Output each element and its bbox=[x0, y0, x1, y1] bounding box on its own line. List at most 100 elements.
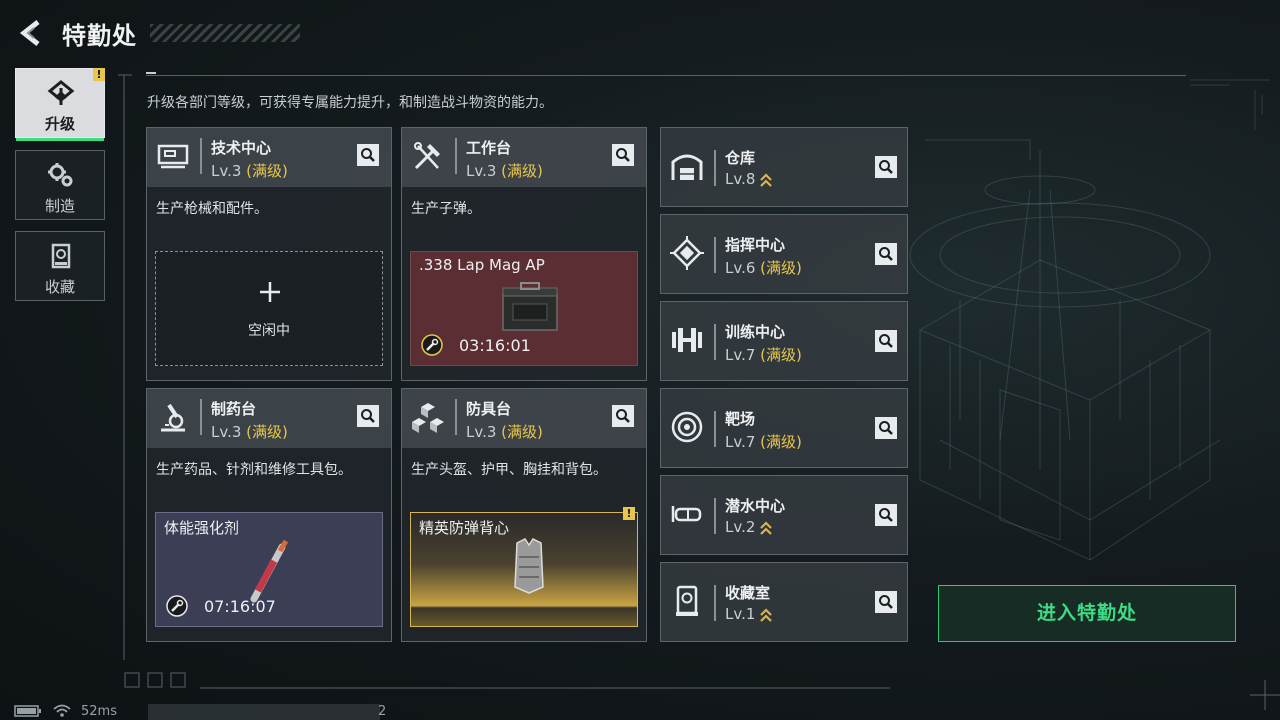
row-separator bbox=[714, 498, 716, 534]
wrench-timer-icon bbox=[166, 595, 188, 617]
level-value: Lv.6 bbox=[725, 259, 756, 277]
level-value: Lv.8 bbox=[725, 170, 756, 188]
production-slot-complete[interactable]: 精英防弹背心 ! bbox=[410, 507, 638, 627]
production-slot[interactable]: 体能强化剂 07:16:07 bbox=[155, 512, 383, 627]
facility-row-diving-center[interactable]: 潜水中心 Lv.2 bbox=[660, 475, 908, 555]
microscope-icon bbox=[161, 403, 185, 432]
ping-readout: 52ms bbox=[81, 704, 117, 719]
facility-description: 生产头盔、护甲、胸挂和背包。 bbox=[411, 462, 607, 478]
facility-name: 潜水中心 bbox=[725, 497, 786, 515]
facility-name: 仓库 bbox=[725, 149, 756, 167]
computer-icon bbox=[157, 144, 189, 169]
max-level-tag: (满级) bbox=[760, 433, 802, 451]
inspect-button[interactable] bbox=[875, 591, 897, 613]
cubes-icon bbox=[412, 403, 444, 433]
production-slot-empty[interactable]: 空闲中 bbox=[155, 251, 383, 366]
page-title: 特勤处 bbox=[62, 22, 137, 50]
slot-item-name: .338 Lap Mag AP bbox=[419, 256, 545, 274]
wrench-timer-icon bbox=[421, 334, 443, 356]
row-separator bbox=[714, 150, 716, 186]
row-separator bbox=[714, 324, 716, 360]
warehouse-icon bbox=[671, 154, 703, 180]
magnifier-icon bbox=[616, 148, 630, 162]
facility-level: Lv.3 (满级) bbox=[466, 421, 543, 442]
inspect-button[interactable] bbox=[612, 405, 634, 427]
facility-name: 靶场 bbox=[725, 410, 756, 428]
facility-name: 技术中心 bbox=[211, 139, 272, 157]
magnifier-icon bbox=[879, 421, 893, 435]
tab-collection[interactable]: 收藏 bbox=[15, 231, 105, 301]
level-value: Lv.3 bbox=[211, 162, 242, 180]
facility-row-training-center[interactable]: 训练中心 Lv.7 (满级) bbox=[660, 301, 908, 381]
inspect-button[interactable] bbox=[875, 156, 897, 178]
inspect-button[interactable] bbox=[875, 417, 897, 439]
max-level-tag: (满级) bbox=[501, 162, 543, 180]
header-separator bbox=[455, 138, 457, 174]
facility-card-workbench[interactable]: 工作台 Lv.3 (满级) 生产子弹。 .338 Lap Mag AP 03:1… bbox=[401, 127, 647, 381]
wifi-icon bbox=[53, 704, 71, 717]
facility-level: Lv.7 (满级) bbox=[725, 431, 802, 452]
facility-level: Lv.3 (满级) bbox=[211, 421, 288, 442]
target-icon bbox=[671, 411, 703, 443]
plus-icon bbox=[260, 282, 280, 302]
facility-row-shooting-range[interactable]: 靶场 Lv.7 (满级) bbox=[660, 388, 908, 468]
tab-collection-label: 收藏 bbox=[44, 278, 75, 296]
hammer-wrench-icon bbox=[414, 142, 440, 170]
display-case-icon bbox=[51, 243, 71, 269]
facility-name: 收藏室 bbox=[725, 584, 771, 602]
facility-level: Lv.2 bbox=[725, 518, 773, 536]
facility-name: 训练中心 bbox=[725, 323, 786, 341]
ammo-box-image bbox=[502, 282, 558, 331]
upgrade-icon bbox=[47, 80, 75, 105]
level-value: Lv.1 bbox=[725, 605, 756, 623]
tab-upgrade-label: 升级 bbox=[44, 115, 75, 133]
facility-card-armory[interactable]: 防具台 Lv.3 (满级) 生产头盔、护甲、胸挂和背包。 精英防弹背心 ! bbox=[401, 388, 647, 642]
enter-special-ops-button[interactable]: 进入特勤处 bbox=[938, 585, 1236, 642]
facility-level: Lv.7 (满级) bbox=[725, 344, 802, 365]
card-header: 技术中心 Lv.3 (满级) bbox=[147, 128, 391, 187]
blurred-info-bar bbox=[148, 704, 380, 720]
facility-name: 工作台 bbox=[466, 139, 512, 157]
battery-icon bbox=[14, 705, 41, 717]
facility-card-pharmacy[interactable]: 制药台 Lv.3 (满级) 生产药品、针剂和维修工具包。 体能强化剂 07:16… bbox=[146, 388, 392, 642]
facility-description: 生产枪械和配件。 bbox=[156, 201, 268, 217]
facility-row-collection-room[interactable]: 收藏室 Lv.1 bbox=[660, 562, 908, 642]
facility-row-command-center[interactable]: 指挥中心 Lv.6 (满级) bbox=[660, 214, 908, 294]
production-slot[interactable]: .338 Lap Mag AP 03:16:01 bbox=[410, 251, 638, 366]
upgrade-chevron-icon bbox=[760, 607, 773, 622]
divider-cap bbox=[146, 72, 156, 74]
facility-level: Lv.3 (满级) bbox=[466, 160, 543, 181]
inspect-button[interactable] bbox=[357, 144, 379, 166]
diving-mask-icon bbox=[671, 506, 702, 522]
tab-craft-label: 制造 bbox=[44, 197, 75, 215]
magnifier-icon bbox=[879, 160, 893, 174]
upgrade-chevron-icon bbox=[760, 520, 773, 535]
inspect-button[interactable] bbox=[875, 330, 897, 352]
facility-card-tech-center[interactable]: 技术中心 Lv.3 (满级) 生产枪械和配件。 空闲中 bbox=[146, 127, 392, 381]
inspect-button[interactable] bbox=[357, 405, 379, 427]
inspect-button[interactable] bbox=[875, 504, 897, 526]
facility-row-warehouse[interactable]: 仓库 Lv.8 bbox=[660, 127, 908, 207]
inspect-button[interactable] bbox=[875, 243, 897, 265]
gears-icon bbox=[48, 163, 73, 187]
magnifier-icon bbox=[616, 409, 630, 423]
magnifier-icon bbox=[879, 334, 893, 348]
max-level-tag: (满级) bbox=[246, 423, 288, 441]
back-button[interactable] bbox=[14, 16, 48, 50]
max-level-tag: (满级) bbox=[760, 346, 802, 364]
level-value: Lv.3 bbox=[466, 162, 497, 180]
level-value: Lv.7 bbox=[725, 346, 756, 364]
level-value: Lv.3 bbox=[466, 423, 497, 441]
blurred-info-number: 2 bbox=[378, 704, 387, 719]
armor-vest-image bbox=[514, 538, 544, 594]
dumbbell-icon bbox=[672, 328, 702, 352]
facility-description: 生产子弹。 bbox=[411, 201, 481, 217]
card-header: 制药台 Lv.3 (满级) bbox=[147, 389, 391, 448]
tab-upgrade[interactable]: 升级 ! bbox=[15, 68, 105, 141]
tab-craft[interactable]: 制造 bbox=[15, 150, 105, 220]
inspect-button[interactable] bbox=[612, 144, 634, 166]
header-separator bbox=[200, 138, 202, 174]
card-header: 工作台 Lv.3 (满级) bbox=[402, 128, 646, 187]
magnifier-icon bbox=[361, 148, 375, 162]
facility-level: Lv.3 (满级) bbox=[211, 160, 288, 181]
